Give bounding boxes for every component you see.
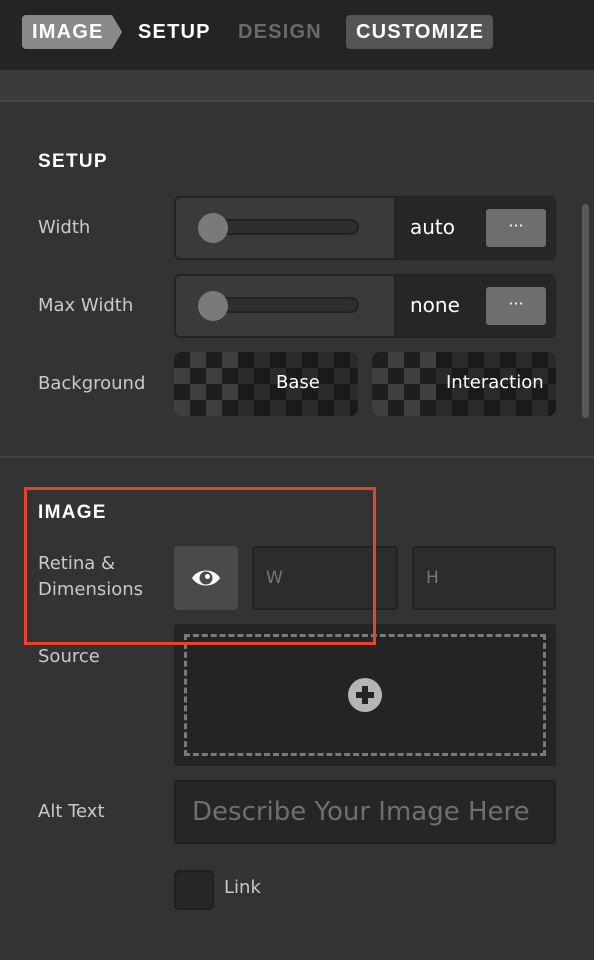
plus-circle-icon[interactable] xyxy=(348,678,382,712)
section-title-image: IMAGE xyxy=(38,502,107,523)
breadcrumb-arrow-icon xyxy=(112,15,122,49)
link-label: Link xyxy=(224,877,261,898)
slider-thumb[interactable] xyxy=(198,213,228,243)
swatch-interaction-label: Interaction xyxy=(446,372,544,393)
width-value-box[interactable]: auto ··· xyxy=(394,198,554,258)
width-dimension-input[interactable] xyxy=(252,546,398,610)
breadcrumb-setup[interactable]: SETUP xyxy=(138,15,211,49)
swatch-base-label: Base xyxy=(276,372,320,393)
scrollbar-thumb[interactable] xyxy=(582,204,589,418)
max-width-more-button[interactable]: ··· xyxy=(486,287,546,325)
breadcrumb-customize[interactable]: CUSTOMIZE xyxy=(346,15,493,49)
section-divider xyxy=(0,456,594,458)
alt-text-label: Alt Text xyxy=(38,801,105,822)
sub-bar xyxy=(0,70,594,102)
background-base-swatch[interactable]: Base xyxy=(174,352,358,416)
top-nav: IMAGE SETUP DESIGN CUSTOMIZE xyxy=(0,0,594,70)
eye-icon xyxy=(192,570,220,586)
background-interaction-swatch[interactable]: Interaction xyxy=(372,352,556,416)
height-dimension-input[interactable] xyxy=(412,546,556,610)
retina-toggle-button[interactable] xyxy=(174,546,238,610)
width-control: auto ··· xyxy=(174,196,556,260)
width-label: Width xyxy=(38,217,91,238)
alt-text-input[interactable] xyxy=(174,780,556,844)
width-value: auto xyxy=(410,215,456,239)
width-slider[interactable] xyxy=(176,198,394,258)
max-width-slider[interactable] xyxy=(176,276,394,336)
max-width-value: none xyxy=(410,293,460,317)
breadcrumb-image[interactable]: IMAGE xyxy=(22,15,112,49)
source-label: Source xyxy=(38,646,100,667)
section-title-setup: SETUP xyxy=(38,151,108,172)
background-label: Background xyxy=(38,373,146,394)
retina-dimensions-label: Retina & Dimensions xyxy=(38,553,144,600)
max-width-label: Max Width xyxy=(38,295,134,316)
max-width-value-box[interactable]: none ··· xyxy=(394,276,554,336)
link-checkbox[interactable] xyxy=(174,870,214,910)
max-width-control: none ··· xyxy=(174,274,556,338)
width-more-button[interactable]: ··· xyxy=(486,209,546,247)
breadcrumb-design[interactable]: DESIGN xyxy=(238,15,322,49)
source-dropzone[interactable] xyxy=(174,624,556,766)
slider-thumb[interactable] xyxy=(198,291,228,321)
